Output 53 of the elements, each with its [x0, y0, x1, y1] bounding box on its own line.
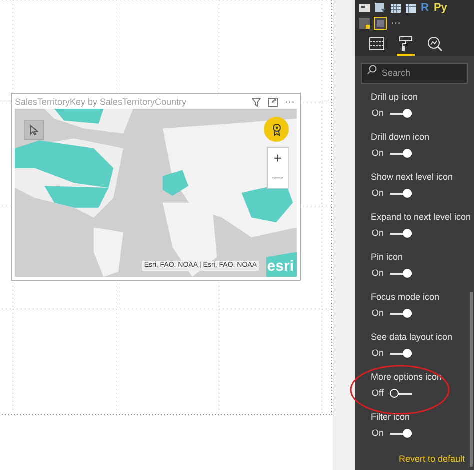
setting-label: Expand to next level icon: [371, 211, 472, 223]
paint-roller-icon: [399, 36, 413, 52]
toggle-switch[interactable]: [390, 228, 412, 238]
setting-label: Focus mode icon: [371, 291, 441, 303]
more-options-button[interactable]: ···: [285, 98, 295, 107]
visual-title: SalesTerritoryKey by SalesTerritoryCountry: [15, 96, 187, 109]
matrix-visual-icon[interactable]: [406, 4, 416, 12]
custom-visual-icon[interactable]: [359, 18, 370, 29]
slicer-visual-icon[interactable]: [375, 3, 386, 13]
toggle-state: Off: [372, 388, 384, 399]
zoom-out-button[interactable]: —: [268, 168, 288, 188]
script-visual-button[interactable]: Py: [434, 2, 448, 14]
pointer-icon: [30, 124, 38, 136]
filter-icon[interactable]: [252, 98, 261, 107]
toggle-state: On: [372, 428, 384, 439]
map-logo: esri: [267, 259, 294, 275]
map-visual-icon[interactable]: [374, 17, 387, 30]
pane-tab[interactable]: [397, 34, 415, 56]
award-icon: [272, 124, 282, 136]
toggle-switch[interactable]: [390, 188, 412, 198]
toggle-state: On: [372, 308, 384, 319]
search-field[interactable]: Search: [361, 62, 468, 84]
search-icon: [367, 65, 377, 75]
card-visual-icon[interactable]: [359, 4, 370, 12]
setting-label: Drill down icon: [371, 131, 431, 143]
toggle-switch[interactable]: [390, 148, 412, 158]
setting-label: Filter icon: [371, 411, 412, 423]
table-visual-icon[interactable]: [391, 4, 401, 12]
toggle-state: On: [372, 228, 384, 239]
toggle-switch[interactable]: [390, 308, 412, 318]
toggle-switch[interactable]: [390, 268, 412, 278]
toggle-state: On: [372, 268, 384, 279]
focus-mode-icon[interactable]: [268, 98, 278, 107]
toggle-switch[interactable]: [390, 348, 412, 358]
toggle-switch[interactable]: [390, 428, 412, 438]
setting-label: Show next level icon: [371, 171, 454, 183]
more-visuals-button[interactable]: ···: [391, 18, 401, 28]
zoom-in-button[interactable]: +: [268, 148, 288, 168]
toggle-state: On: [372, 188, 384, 199]
toggle-state: On: [372, 108, 384, 119]
script-visual-button[interactable]: R: [421, 2, 429, 14]
scrollbar[interactable]: [470, 292, 473, 467]
table-icon: [369, 37, 385, 51]
toggle-switch[interactable]: [390, 388, 412, 398]
setting-label: See data layout icon: [371, 331, 454, 343]
select-tool-button[interactable]: [24, 120, 44, 140]
setting-label: Drill up icon: [371, 91, 420, 103]
revert-link[interactable]: Revert to default: [399, 453, 466, 466]
magnifier-chart-icon: [427, 36, 443, 52]
setting-label: Pin icon: [371, 251, 404, 263]
toggle-state: On: [372, 148, 384, 159]
toggle-switch[interactable]: [390, 108, 412, 118]
toggle-state: On: [372, 348, 384, 359]
